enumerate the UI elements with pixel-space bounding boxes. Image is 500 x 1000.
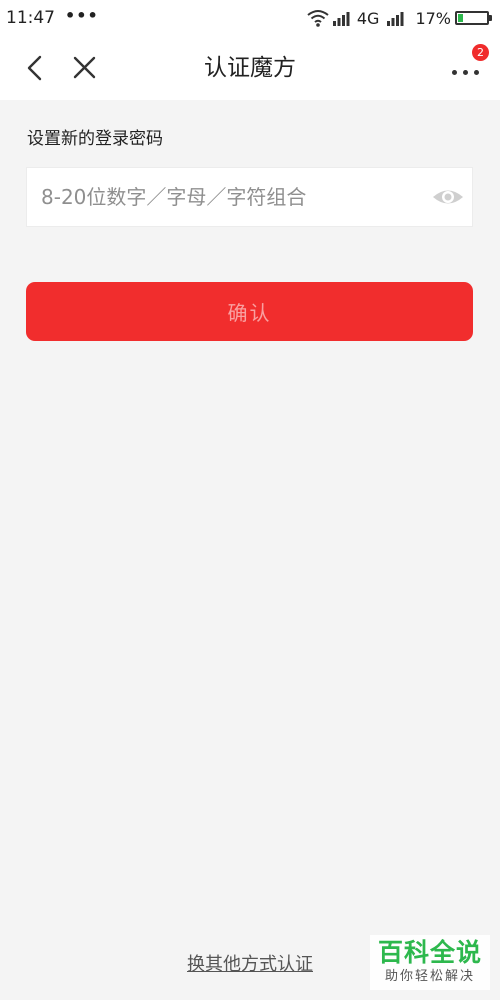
password-input[interactable] <box>27 168 417 226</box>
status-right: 4G 17% <box>307 9 492 28</box>
watermark-subtitle: 助你轻松解决 <box>384 969 475 984</box>
page-title: 认证魔方 <box>204 55 296 81</box>
wifi-icon <box>307 10 329 27</box>
confirm-button[interactable]: 确认 <box>26 282 473 341</box>
back-button[interactable] <box>20 52 52 84</box>
watermark-logo: 百科全说 助你轻松解决 <box>370 935 490 990</box>
status-more-dots: ••• <box>65 5 99 25</box>
status-time: 11:47 <box>6 8 55 28</box>
battery-icon <box>455 11 492 25</box>
switch-auth-method-link[interactable]: 换其他方式认证 <box>150 950 350 976</box>
battery-fill <box>458 14 463 22</box>
more-menu-button[interactable]: 2 <box>446 44 490 86</box>
more-icon <box>452 70 479 75</box>
status-left: 11:47 ••• <box>6 5 99 29</box>
password-label: 设置新的登录密码 <box>27 129 163 149</box>
status-bar: 11:47 ••• 4G 17% <box>0 0 500 36</box>
signal-icon <box>387 12 404 26</box>
show-password-toggle[interactable] <box>431 182 465 212</box>
battery-percent: 17% <box>415 8 451 28</box>
back-arrow-icon <box>27 55 42 81</box>
password-field-container <box>26 167 473 227</box>
close-icon <box>73 56 96 79</box>
signal-icon <box>332 12 350 26</box>
close-button[interactable] <box>68 52 100 84</box>
eye-icon <box>433 190 463 204</box>
network-type: 4G <box>356 8 380 28</box>
notification-badge: 2 <box>472 44 489 61</box>
watermark-title: 百科全说 <box>377 938 482 967</box>
nav-bar: 认证魔方 2 <box>0 36 500 100</box>
